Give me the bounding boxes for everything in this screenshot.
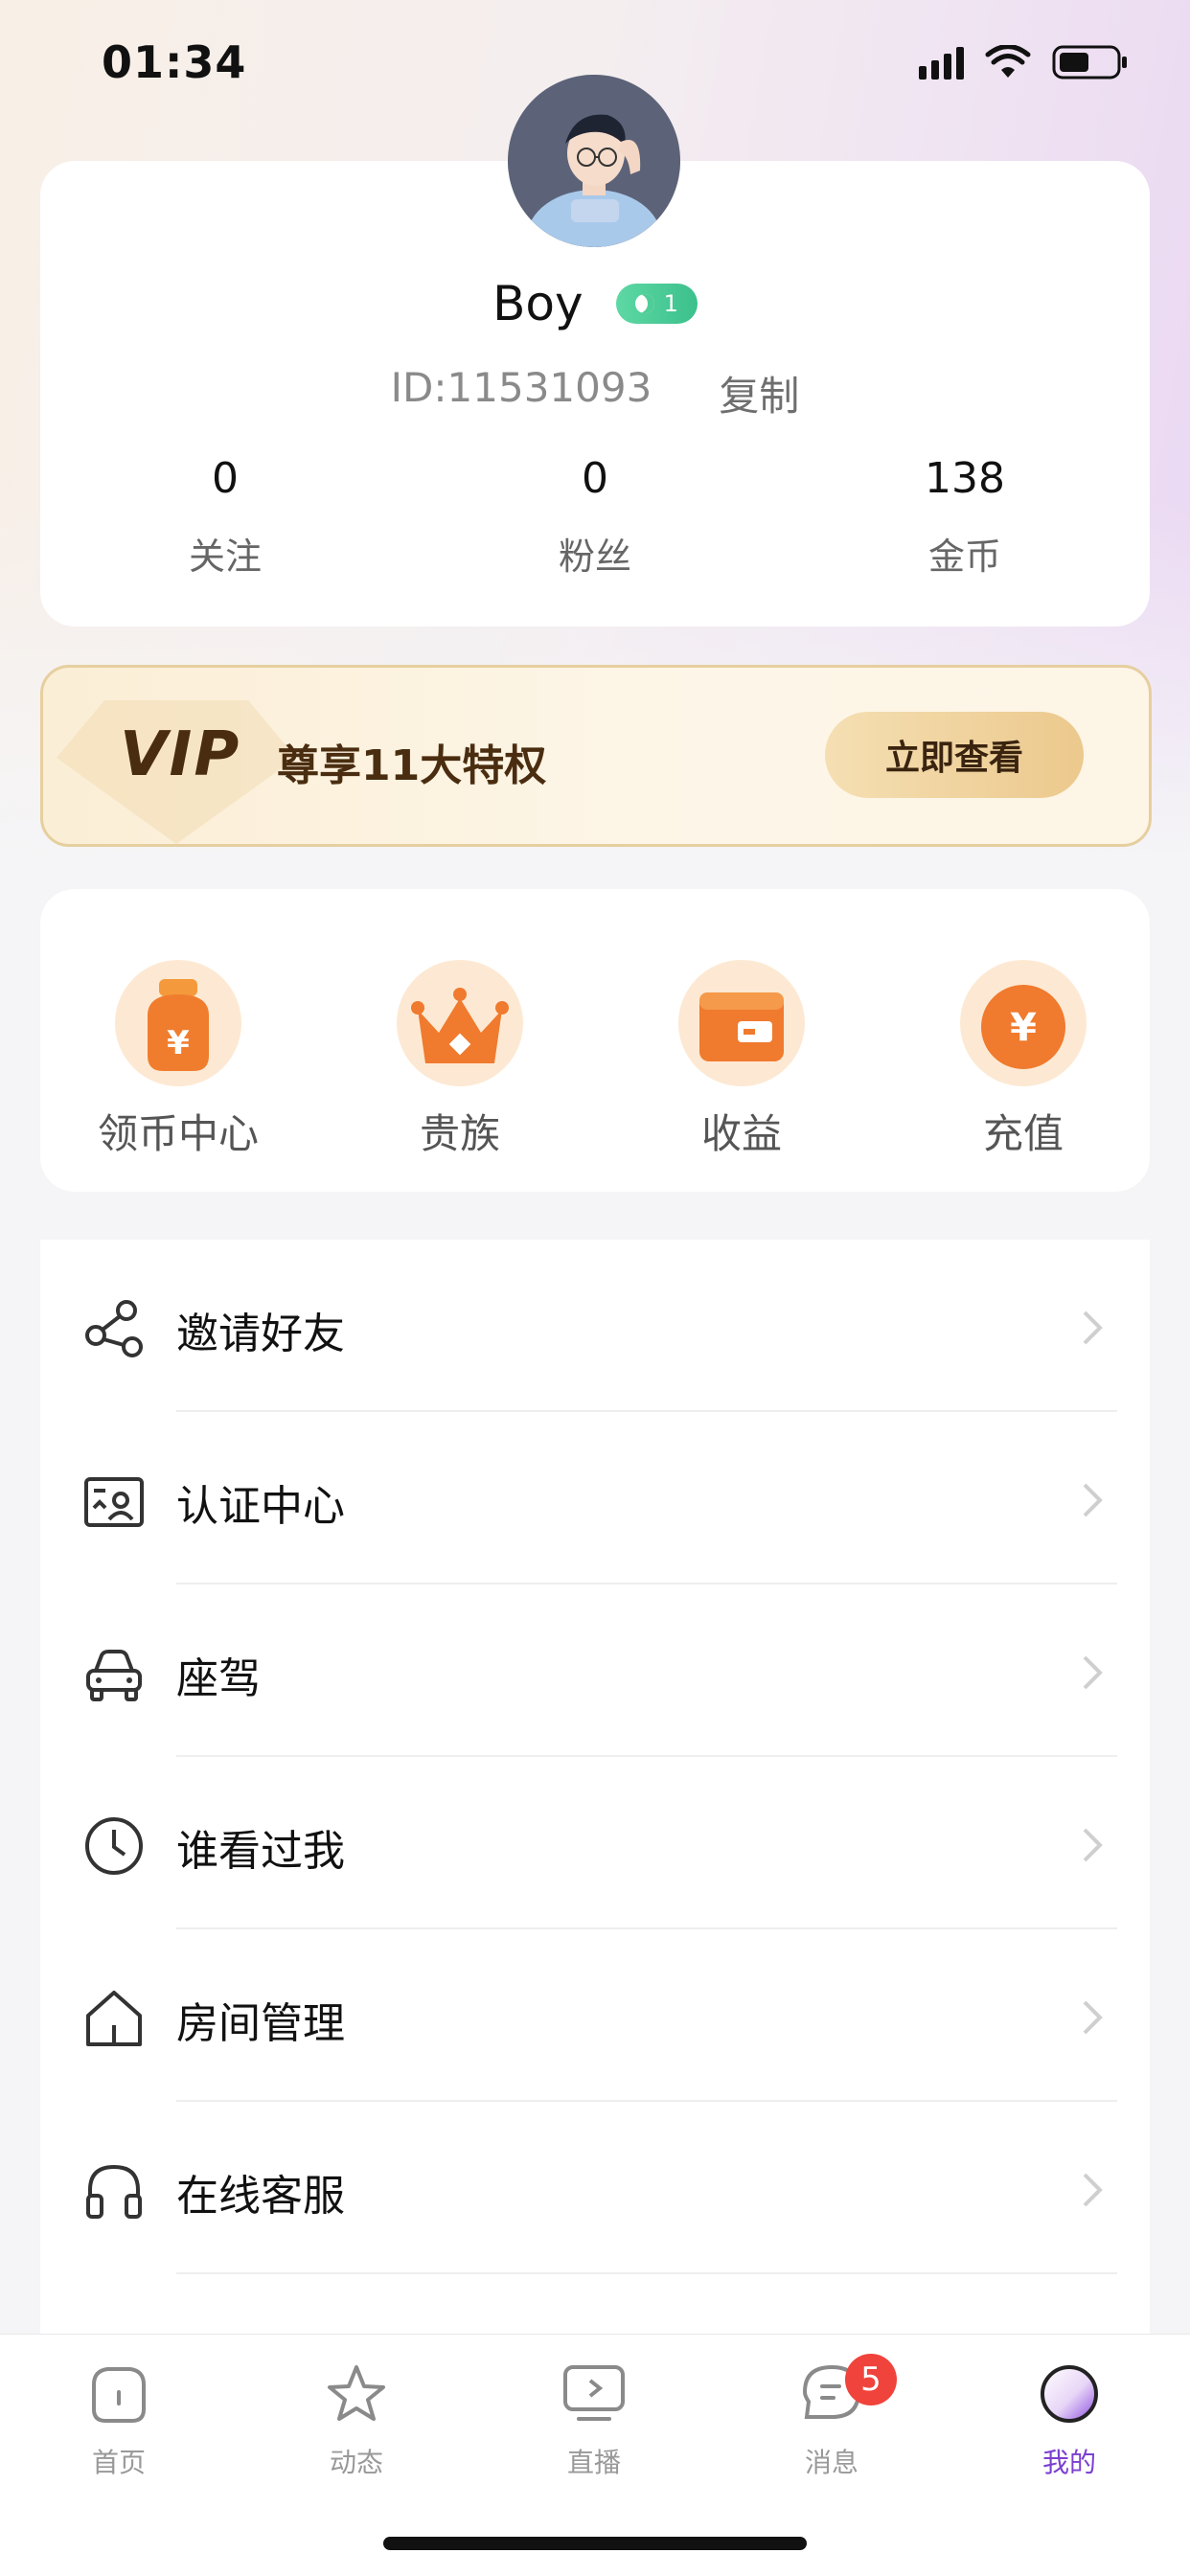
wallet-icon	[678, 960, 805, 1086]
tab-moments[interactable]: 动态	[289, 2359, 423, 2480]
tab-messages[interactable]: 5 消息	[765, 2354, 899, 2480]
profile-icon	[1041, 2365, 1098, 2423]
svg-text:¥: ¥	[167, 1024, 190, 1062]
tab-label: 直播	[566, 2447, 621, 2478]
menu-item-label: 座驾	[176, 1654, 261, 1703]
home-indicator	[383, 2537, 807, 2550]
tab-label: 首页	[91, 2447, 146, 2478]
user-id-row: ID:11531093 复制	[40, 364, 1150, 422]
clock-icon	[85, 1817, 143, 1875]
vip-privileges-text: 尊享11大特权	[277, 741, 547, 790]
status-icons	[919, 44, 1129, 80]
tab-label: 动态	[329, 2447, 383, 2478]
stat-label: 关注	[188, 536, 262, 578]
stat-label: 金币	[927, 536, 1001, 578]
menu-item-visitors[interactable]: 谁看过我	[40, 1757, 1150, 1929]
level-value: 1	[663, 290, 678, 317]
menu-item-invite-friends[interactable]: 邀请好友	[40, 1240, 1150, 1412]
profile-name-row: Boy 1	[40, 276, 1150, 331]
stat-followers[interactable]: 0 粉丝	[410, 454, 780, 580]
menu-item-label: 邀请好友	[176, 1310, 345, 1358]
star-icon	[328, 2365, 385, 2421]
stat-value: 138	[925, 454, 1005, 503]
quick-action-label: 领币中心	[97, 1110, 259, 1157]
menu-item-vehicle[interactable]: 座驾	[40, 1584, 1150, 1757]
status-time: 01:34	[102, 36, 247, 88]
cellular-signal-icon	[919, 45, 964, 80]
stat-coins[interactable]: 138 金币	[780, 454, 1150, 580]
chevron-right-icon	[1083, 2000, 1103, 2035]
quick-action-recharge[interactable]: ¥ 充值	[918, 958, 1129, 1160]
level-badge: 1	[615, 284, 698, 324]
vip-banner[interactable]: VIP 尊享11大特权 立即查看	[40, 665, 1152, 847]
avatar[interactable]	[508, 75, 680, 247]
menu-item-customer-service[interactable]: 在线客服	[40, 2102, 1150, 2274]
avatar-illustration	[508, 75, 680, 247]
share-icon	[85, 1300, 143, 1357]
menu-item-label: 谁看过我	[176, 1827, 345, 1876]
chevron-right-icon	[1083, 1483, 1103, 1517]
profile-name: Boy	[492, 276, 584, 331]
vip-logo: VIP	[120, 719, 241, 790]
menu-item-label: 房间管理	[176, 1999, 345, 2048]
tab-label: 我的	[1041, 2447, 1096, 2478]
quick-action-earnings[interactable]: 收益	[636, 958, 847, 1160]
menu-item-label: 认证中心	[176, 1482, 345, 1531]
quick-action-label: 充值	[982, 1110, 1064, 1157]
quick-actions-card: ¥ 领币中心 贵族 收益 ¥ 充值	[40, 889, 1150, 1192]
money-bag-icon: ¥	[115, 960, 241, 1086]
user-id: ID:11531093	[390, 364, 652, 411]
tab-live[interactable]: 直播	[527, 2359, 661, 2480]
wifi-icon	[985, 45, 1031, 78]
menu-item-verification[interactable]: 认证中心	[40, 1412, 1150, 1584]
battery-icon	[1052, 45, 1127, 80]
quick-action-label: 收益	[700, 1110, 782, 1157]
quick-action-label: 贵族	[419, 1110, 500, 1157]
tab-home[interactable]: 首页	[52, 2359, 186, 2480]
stat-label: 粉丝	[558, 536, 631, 578]
tab-me[interactable]: 我的	[1002, 2359, 1136, 2480]
id-card-icon	[84, 1477, 144, 1527]
stat-value: 0	[582, 454, 608, 503]
house-icon	[86, 1991, 142, 2046]
tab-label: 消息	[804, 2447, 858, 2478]
chevron-right-icon	[1083, 1311, 1103, 1345]
divider	[176, 2272, 1117, 2274]
copy-id-button[interactable]: 复制	[719, 364, 799, 422]
chevron-right-icon	[1083, 1828, 1103, 1862]
crown-icon	[397, 960, 523, 1086]
chevron-right-icon	[1083, 1655, 1103, 1690]
unread-badge: 5	[845, 2354, 897, 2405]
chevron-right-icon	[1083, 2173, 1103, 2207]
moon-icon	[634, 294, 654, 313]
home-icon	[92, 2367, 146, 2423]
profile-stats: 0 关注 0 粉丝 138 金币	[40, 454, 1150, 580]
stat-value: 0	[212, 454, 239, 503]
quick-action-nobility[interactable]: 贵族	[355, 958, 565, 1160]
menu-item-label: 在线客服	[176, 2172, 345, 2221]
quick-action-coin-center[interactable]: ¥ 领币中心	[73, 958, 284, 1160]
vip-view-button[interactable]: 立即查看	[825, 712, 1084, 798]
svg-text:¥: ¥	[1010, 1006, 1037, 1050]
stat-following[interactable]: 0 关注	[40, 454, 410, 580]
live-tv-icon	[563, 2365, 625, 2421]
coin-icon: ¥	[960, 960, 1087, 1086]
menu-item-room-management[interactable]: 房间管理	[40, 1929, 1150, 2102]
car-icon	[86, 1650, 142, 1701]
menu-list: 邀请好友 认证中心 座驾 谁看过我 房间管理 在线客服	[40, 1240, 1150, 2389]
headset-icon	[86, 2164, 142, 2219]
